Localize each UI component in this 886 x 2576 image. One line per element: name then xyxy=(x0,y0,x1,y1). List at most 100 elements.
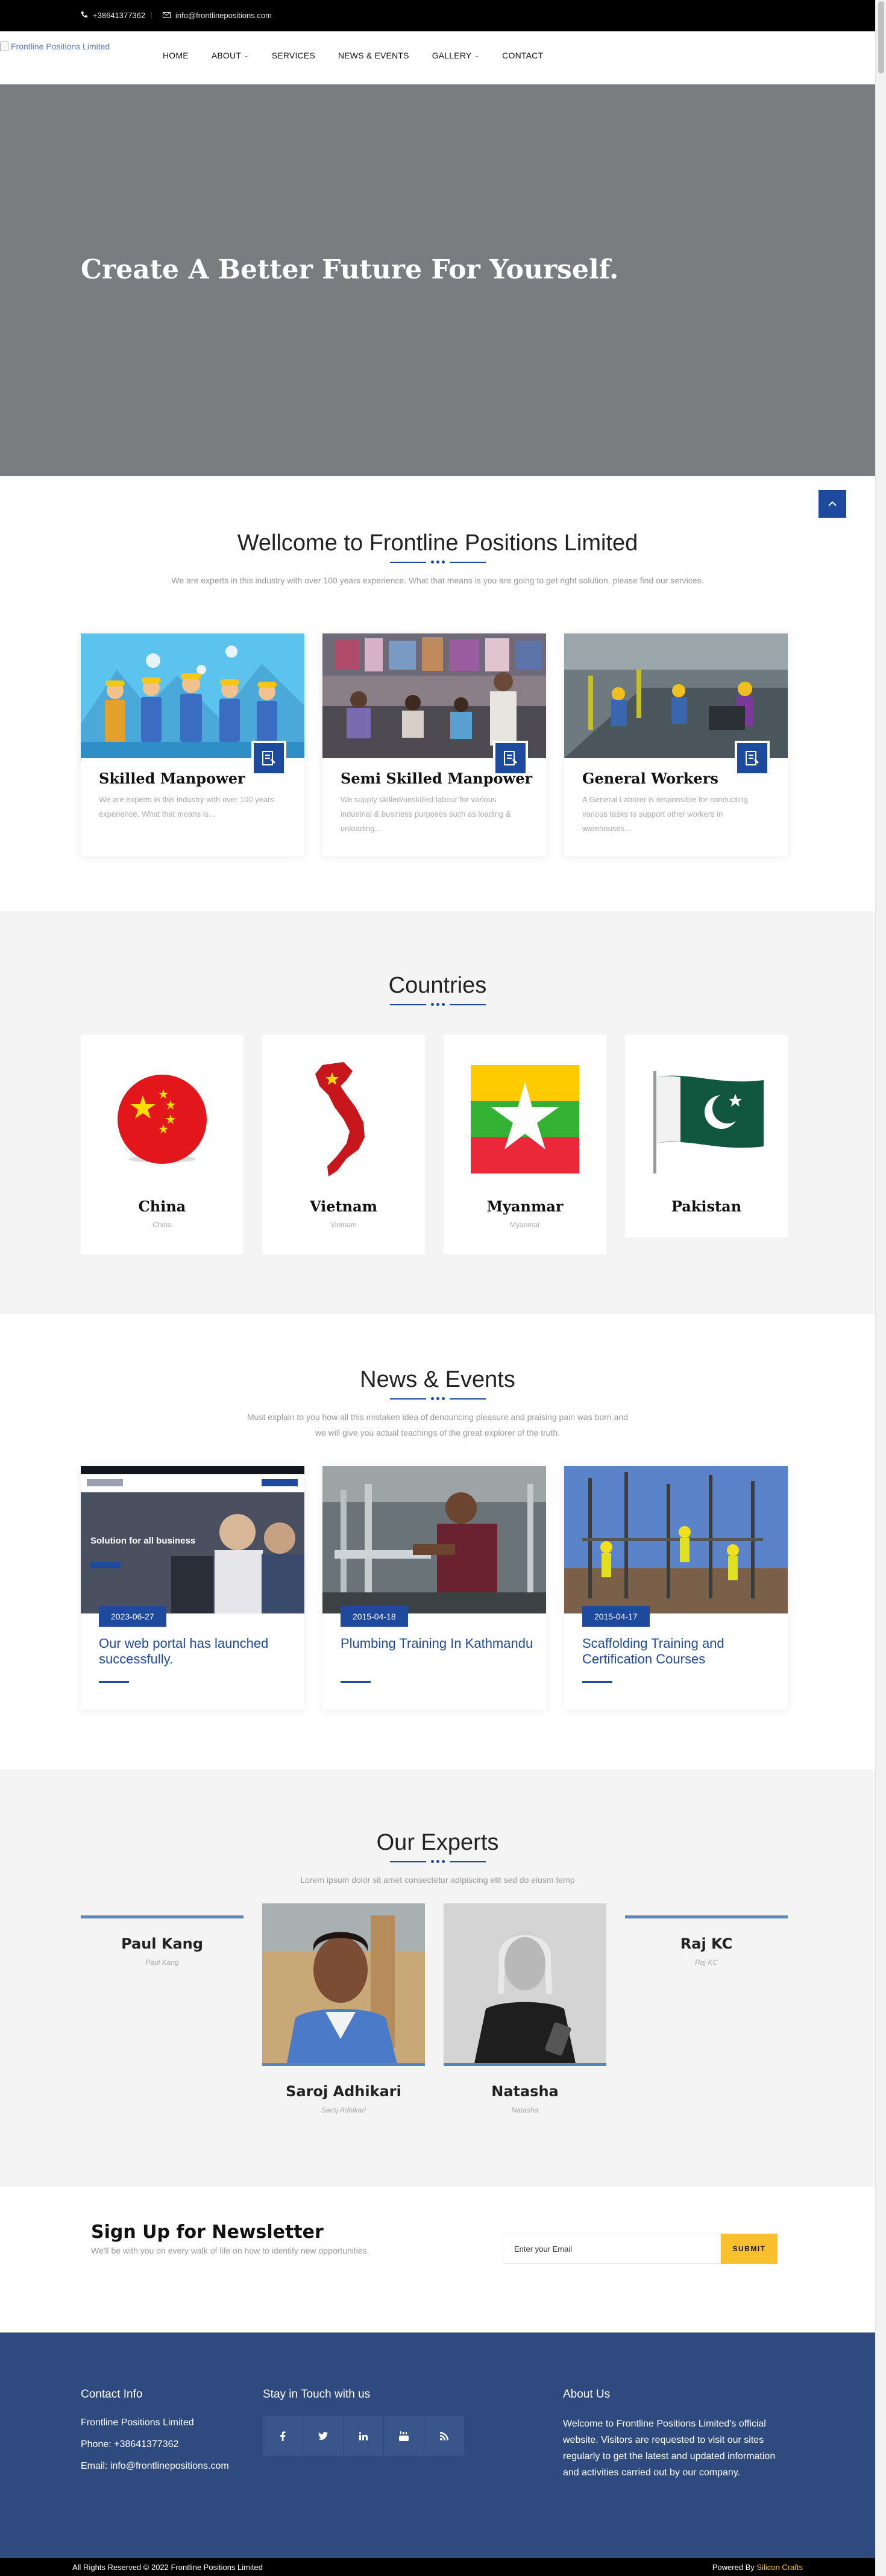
country-name: China xyxy=(138,1198,186,1215)
country-name: Pakistan xyxy=(671,1198,742,1215)
chevron-down-icon: ⌄ xyxy=(244,52,249,58)
topbar-separator: | xyxy=(150,10,152,19)
facebook-icon[interactable] xyxy=(263,2416,303,2456)
expert-role: Saroj Adhikari xyxy=(321,2106,366,2114)
country-name: Vietnam xyxy=(309,1198,378,1215)
top-bar: +38641377362 | info@frontlinepositions.c… xyxy=(0,0,875,31)
news-card[interactable]: 2015-04-17 Scaffolding Training and Cert… xyxy=(564,1466,788,1710)
expert-name: Saroj Adhikari xyxy=(286,2083,401,2100)
expert-accent-line xyxy=(625,1915,788,1918)
expert-photo-natasha xyxy=(444,1903,606,2066)
expert-name: Natasha xyxy=(491,2083,559,2100)
news-card[interactable]: Solution for all business 2023-06-27 Our… xyxy=(81,1466,304,1710)
service-title: Skilled Manpower xyxy=(99,770,245,787)
phone-icon xyxy=(81,11,88,20)
title-divider xyxy=(0,561,875,564)
country-card-china[interactable]: China China xyxy=(81,1035,243,1254)
china-flag-icon xyxy=(81,1059,243,1180)
news-card[interactable]: 2015-04-18 Plumbing Training In Kathmand… xyxy=(322,1466,546,1710)
footer-email[interactable]: Email: info@frontlinepositions.com xyxy=(81,2455,229,2477)
hero-headline: Create A Better Future For Yourself. xyxy=(81,254,619,285)
news-underline xyxy=(341,1681,371,1683)
news-headline[interactable]: Plumbing Training In Kathmandu xyxy=(341,1636,533,1651)
footer: Contact Info Frontline Positions Limited… xyxy=(0,2333,875,2558)
topbar-phone[interactable]: +38641377362 xyxy=(81,11,145,20)
youtube-icon[interactable] xyxy=(384,2416,424,2456)
scroll-to-top-button[interactable] xyxy=(818,490,846,518)
title-divider xyxy=(0,1397,875,1400)
footer-company: Frontline Positions Limited xyxy=(81,2417,194,2428)
nav-news-events[interactable]: NEWS & EVENTS xyxy=(327,51,421,60)
nav-about[interactable]: ABOUT ⌄ xyxy=(200,51,260,60)
site-logo[interactable]: Frontline Positions Limited xyxy=(0,42,110,51)
welcome-title: Wellcome to Frontline Positions Limited xyxy=(237,530,638,556)
service-image-general xyxy=(564,633,788,758)
vietnam-map-icon xyxy=(262,1059,425,1180)
news-image-portal: Solution for all business xyxy=(81,1466,304,1613)
country-name: Myanmar xyxy=(486,1198,564,1215)
expert-name: Raj KC xyxy=(680,1935,733,1952)
powered-by-prefix: Powered By xyxy=(712,2563,757,2572)
powered-by-link[interactable]: Silicon Crafts xyxy=(756,2563,803,2572)
nav-gallery[interactable]: GALLERY ⌄ xyxy=(421,51,491,60)
newsletter-subtitle: We'll be with you on every walk of life … xyxy=(91,2246,369,2255)
expert-card-natasha[interactable]: Natasha Natasha xyxy=(444,2083,606,2114)
nav-contact[interactable]: CONTACT xyxy=(491,51,555,60)
expert-card-raj[interactable]: Raj KC Raj KC xyxy=(625,1935,788,1967)
title-divider xyxy=(0,1860,875,1863)
news-image-caption: Solution for all business xyxy=(90,1536,195,1546)
footer-phone[interactable]: Phone: +38641377362 xyxy=(81,2434,178,2455)
scrollbar-thumb[interactable] xyxy=(878,1,884,74)
service-card-semi-skilled[interactable]: Semi Skilled Manpower We supply skilled/… xyxy=(322,633,546,856)
country-subtitle: Vietnam xyxy=(330,1220,357,1229)
chevron-down-icon: ⌄ xyxy=(474,52,480,58)
newsletter-email-input[interactable]: Enter your Email xyxy=(503,2234,721,2264)
topbar-phone-text: +38641377362 xyxy=(93,11,146,20)
newsletter-submit-button[interactable]: SUBMIT xyxy=(721,2234,778,2264)
expert-accent-line xyxy=(81,1915,243,1918)
country-subtitle: Myanmar xyxy=(509,1220,540,1229)
rss-icon[interactable] xyxy=(424,2416,465,2456)
country-card-myanmar[interactable]: Myanmar Myanmar xyxy=(444,1035,606,1254)
news-title: News & Events xyxy=(360,1367,515,1392)
country-card-pakistan[interactable]: Pakistan xyxy=(625,1035,788,1237)
copyright-text: All Rights Reserved © 2022 Frontline Pos… xyxy=(72,2563,263,2572)
nav-home[interactable]: HOME xyxy=(163,51,200,60)
expert-card-paul[interactable]: Paul Kang Paul Kang xyxy=(81,1935,243,1967)
topbar-email[interactable]: info@frontlinepositions.com xyxy=(163,11,272,20)
nav-services[interactable]: SERVICES xyxy=(260,51,327,60)
title-divider xyxy=(0,1003,875,1006)
news-underline xyxy=(582,1681,612,1683)
bottom-bar: All Rights Reserved © 2022 Frontline Pos… xyxy=(0,2558,875,2576)
service-card-general[interactable]: General Workers A General Laborer is res… xyxy=(564,633,788,856)
service-card-skilled[interactable]: Skilled Manpower We are experts in this … xyxy=(81,633,304,856)
page: +38641377362 | info@frontlinepositions.c… xyxy=(0,0,875,2576)
chevron-up-icon xyxy=(828,501,837,506)
countries-title: Countries xyxy=(388,973,487,998)
expert-card-saroj[interactable]: Saroj Adhikari Saroj Adhikari xyxy=(262,2083,425,2114)
news-date-badge: 2015-04-18 xyxy=(341,1606,408,1627)
clipboard-icon xyxy=(735,741,770,776)
envelope-icon xyxy=(163,11,171,20)
country-card-vietnam[interactable]: Vietnam Vietnam xyxy=(262,1035,425,1254)
myanmar-flag-icon xyxy=(444,1059,606,1180)
news-subtitle-line-2: we will give you actual teachings of the… xyxy=(315,1428,561,1437)
social-links xyxy=(263,2416,465,2456)
nav-gallery-label: GALLERY xyxy=(432,51,472,60)
newsletter-title: Sign Up for Newsletter xyxy=(91,2222,324,2243)
expert-role: Natasha xyxy=(511,2106,539,2114)
navbar: Frontline Positions Limited HOME ABOUT ⌄ … xyxy=(0,31,875,84)
welcome-subtitle: We are experts in this industry with ove… xyxy=(171,576,704,585)
twitter-icon[interactable] xyxy=(303,2416,344,2456)
expert-accent-line xyxy=(262,2063,425,2066)
page-scrollbar[interactable] xyxy=(875,0,886,2576)
topbar-email-text: info@frontlinepositions.com xyxy=(175,11,272,20)
linkedin-icon[interactable] xyxy=(344,2416,384,2456)
footer-contact-title: Contact Info xyxy=(81,2388,143,2401)
news-headline[interactable]: Our web portal has launched successfully… xyxy=(99,1636,292,1667)
expert-role: Raj KC xyxy=(694,1958,718,1967)
news-subtitle-line-1: Must explain to you how all this mistake… xyxy=(247,1412,628,1422)
service-title: General Workers xyxy=(582,770,718,787)
hero-banner: Create A Better Future For Yourself. xyxy=(0,84,875,476)
news-headline[interactable]: Scaffolding Training and Certification C… xyxy=(582,1636,775,1667)
